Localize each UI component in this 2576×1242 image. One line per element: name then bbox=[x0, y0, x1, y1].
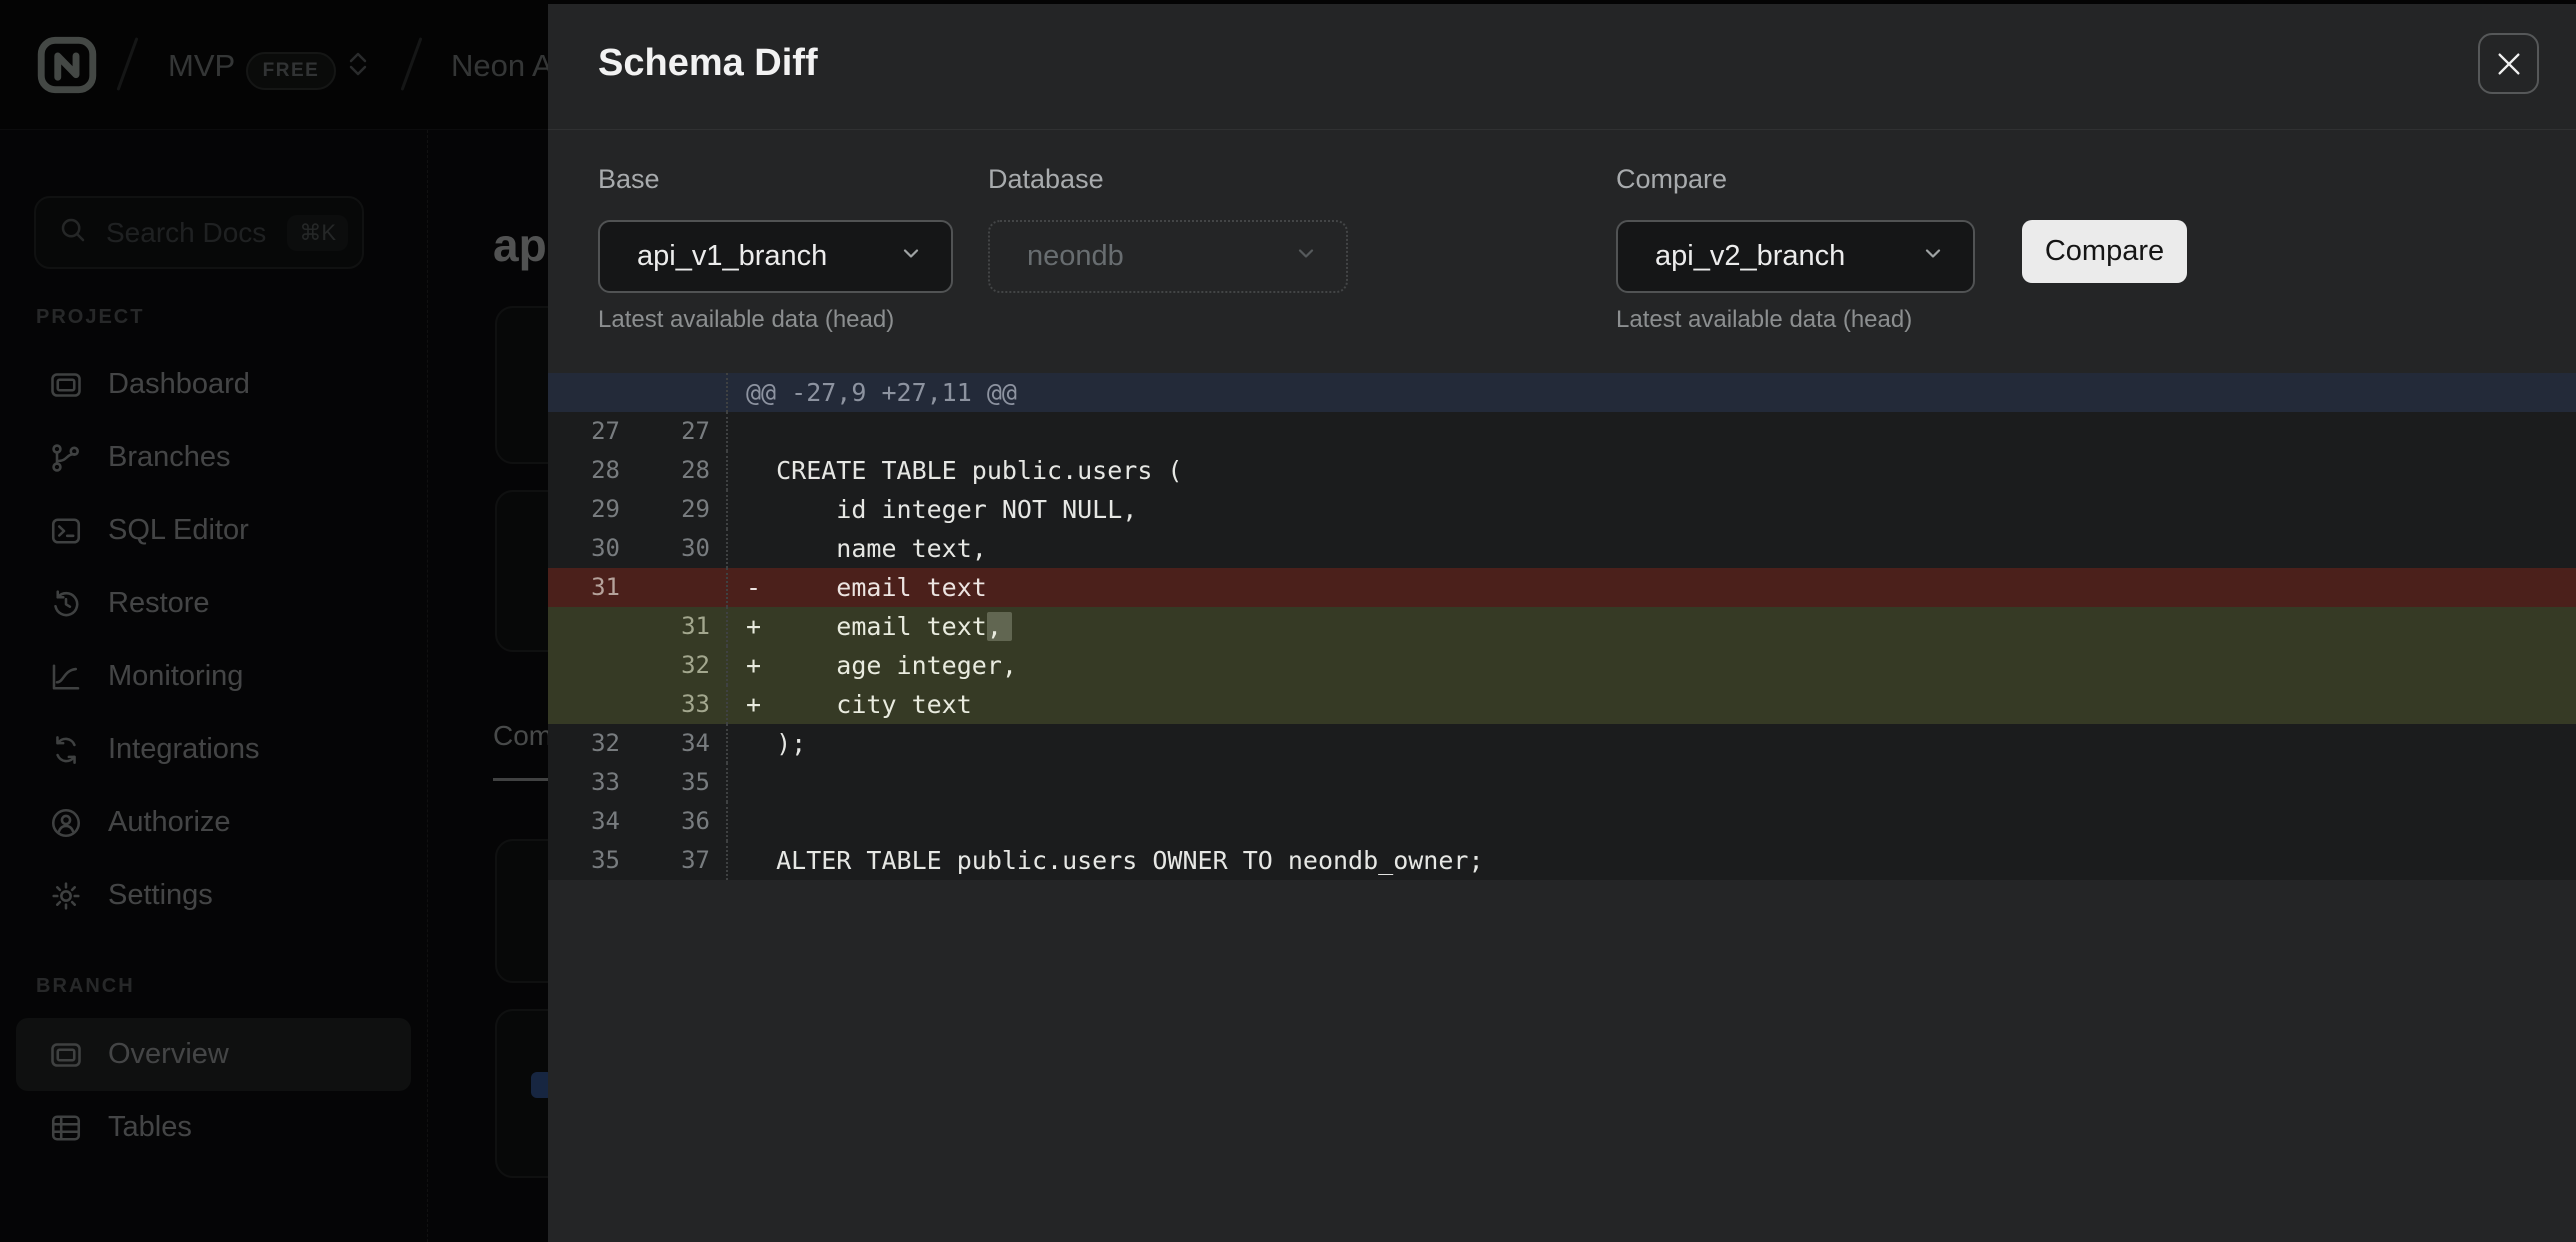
diff-row-context: 3335 bbox=[548, 763, 2576, 802]
diff-line-code: + age integer, bbox=[726, 646, 2576, 685]
schema-diff-viewer: @@ -27,9 +27,11 @@ 2727 2828 CREATE TABL… bbox=[548, 373, 2576, 880]
diff-row-context: 3030 name text, bbox=[548, 529, 2576, 568]
compare-label: Compare bbox=[1616, 164, 1727, 195]
database-label: Database bbox=[988, 164, 1104, 195]
diff-row-context: 3234 ); bbox=[548, 724, 2576, 763]
diff-line-code: + email text, bbox=[726, 607, 2576, 646]
new-line-number: 37 bbox=[628, 841, 726, 880]
chevron-down-icon bbox=[899, 240, 923, 273]
new-line-number: 27 bbox=[628, 412, 726, 451]
new-line-number: 28 bbox=[628, 451, 726, 490]
modal-title: Schema Diff bbox=[598, 42, 818, 85]
close-icon bbox=[2493, 48, 2525, 80]
base-branch-select[interactable]: api_v1_branch bbox=[598, 220, 953, 293]
old-line-number bbox=[548, 646, 628, 685]
old-line-number: 35 bbox=[548, 841, 628, 880]
compare-helper-text: Latest available data (head) bbox=[1616, 306, 1912, 334]
old-line-number: 30 bbox=[548, 529, 628, 568]
diff-row-context: 3436 bbox=[548, 802, 2576, 841]
diff-line-code bbox=[726, 802, 2576, 841]
base-label: Base bbox=[598, 164, 660, 195]
compare-branch-value: api_v2_branch bbox=[1655, 240, 1845, 273]
hunk-header-text: @@ -27,9 +27,11 @@ bbox=[726, 373, 2576, 412]
modal-header: Schema Diff bbox=[548, 4, 2576, 130]
diff-line-code: name text, bbox=[726, 529, 2576, 568]
old-line-number: 32 bbox=[548, 724, 628, 763]
base-helper-text: Latest available data (head) bbox=[598, 306, 894, 334]
old-line-number bbox=[548, 607, 628, 646]
new-line-number: 30 bbox=[628, 529, 726, 568]
diff-hunk-header: @@ -27,9 +27,11 @@ bbox=[548, 373, 2576, 412]
old-line-number: 34 bbox=[548, 802, 628, 841]
screen: MVP FREE Neon AP Search Docs ⌘K PROJECT … bbox=[0, 0, 2576, 1242]
new-line-number: 29 bbox=[628, 490, 726, 529]
diff-row-context: 3537 ALTER TABLE public.users OWNER TO n… bbox=[548, 841, 2576, 880]
database-value: neondb bbox=[1027, 240, 1124, 273]
diff-row-context: 2828 CREATE TABLE public.users ( bbox=[548, 451, 2576, 490]
old-line-number: 29 bbox=[548, 490, 628, 529]
new-line-number bbox=[628, 568, 726, 607]
base-branch-value: api_v1_branch bbox=[637, 240, 827, 273]
schema-diff-modal: Schema Diff Base api_v1_branch Latest av… bbox=[548, 4, 2576, 1242]
close-button[interactable] bbox=[2478, 33, 2539, 94]
diff-row-added: 32+ age integer, bbox=[548, 646, 2576, 685]
new-line-number: 32 bbox=[628, 646, 726, 685]
diff-row-context: 2727 bbox=[548, 412, 2576, 451]
database-select: neondb bbox=[988, 220, 1348, 293]
word-diff-highlight: , bbox=[987, 612, 1012, 641]
diff-row-added: 33+ city text bbox=[548, 685, 2576, 724]
diff-line-code: ); bbox=[726, 724, 2576, 763]
old-line-number: 28 bbox=[548, 451, 628, 490]
compare-branch-select[interactable]: api_v2_branch bbox=[1616, 220, 1975, 293]
diff-line-code: + city text bbox=[726, 685, 2576, 724]
diff-row-added: 31+ email text, bbox=[548, 607, 2576, 646]
old-line-number bbox=[548, 685, 628, 724]
old-line-number: 31 bbox=[548, 568, 628, 607]
new-line-number: 36 bbox=[628, 802, 726, 841]
diff-line-code: CREATE TABLE public.users ( bbox=[726, 451, 2576, 490]
diff-line-code bbox=[726, 412, 2576, 451]
diff-line-code: - email text bbox=[726, 568, 2576, 607]
compare-button[interactable]: Compare bbox=[2022, 220, 2187, 283]
diff-row-removed: 31 - email text bbox=[548, 568, 2576, 607]
diff-line-code bbox=[726, 763, 2576, 802]
chevron-down-icon bbox=[1294, 240, 1318, 273]
old-line-number: 27 bbox=[548, 412, 628, 451]
new-line-number: 34 bbox=[628, 724, 726, 763]
new-line-number: 35 bbox=[628, 763, 726, 802]
diff-row-context: 2929 id integer NOT NULL, bbox=[548, 490, 2576, 529]
diff-line-code: ALTER TABLE public.users OWNER TO neondb… bbox=[726, 841, 2576, 880]
new-line-number: 33 bbox=[628, 685, 726, 724]
new-line-number: 31 bbox=[628, 607, 726, 646]
diff-line-code: id integer NOT NULL, bbox=[726, 490, 2576, 529]
old-line-number: 33 bbox=[548, 763, 628, 802]
chevron-down-icon bbox=[1921, 240, 1945, 273]
